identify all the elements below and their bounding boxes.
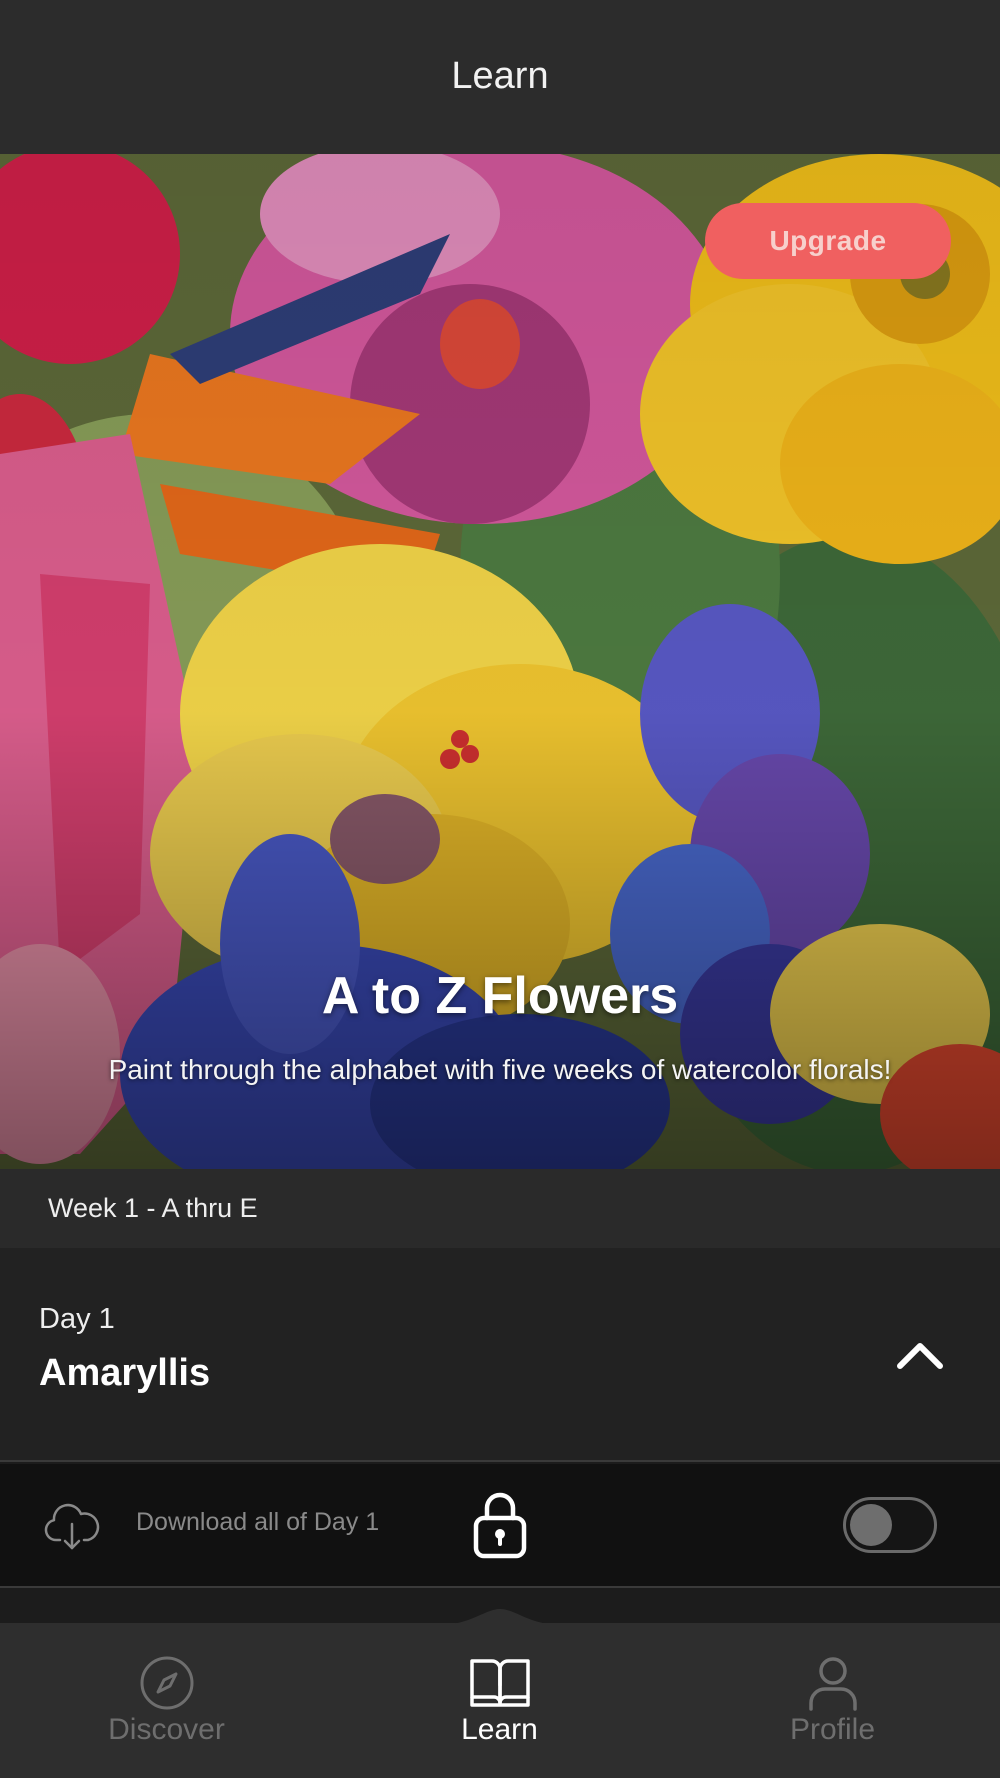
upgrade-button[interactable]: Upgrade bbox=[705, 203, 951, 279]
book-icon bbox=[469, 1659, 530, 1707]
tab-profile-label: Profile bbox=[789, 1713, 876, 1746]
chevron-up-icon[interactable] bbox=[890, 1326, 950, 1386]
compass-icon bbox=[140, 1656, 193, 1710]
lock-icon bbox=[473, 1492, 527, 1559]
tab-learn[interactable]: Learn bbox=[333, 1623, 666, 1778]
tab-profile[interactable]: Profile bbox=[666, 1623, 999, 1778]
day-title: Amaryllis bbox=[39, 1352, 211, 1394]
bottom-navigation: Discover Learn Profile bbox=[0, 1609, 1000, 1778]
app-screen: Learn Upgrade A to Z Flowers Paint throu… bbox=[0, 0, 1000, 1778]
toggle-knob bbox=[850, 1504, 892, 1546]
course-title: A to Z Flowers bbox=[321, 967, 679, 1025]
tab-discover-label: Discover bbox=[108, 1713, 225, 1746]
week-header: Week 1 - A thru E bbox=[0, 1169, 1000, 1248]
download-toggle[interactable] bbox=[843, 1497, 937, 1553]
day-number: Day 1 bbox=[39, 1303, 115, 1335]
tab-discover[interactable]: Discover bbox=[0, 1623, 333, 1778]
top-header: Learn bbox=[0, 0, 1000, 154]
day-row[interactable]: Day 1 Amaryllis bbox=[0, 1248, 1000, 1462]
course-hero-banner[interactable]: Upgrade A to Z Flowers Paint through the… bbox=[0, 154, 1000, 1169]
course-subtitle: Paint through the alphabet with five wee… bbox=[108, 1054, 892, 1085]
download-row: Download all of Day 1 bbox=[0, 1464, 1000, 1588]
download-all-label: Download all of Day 1 bbox=[136, 1508, 380, 1536]
tab-learn-label: Learn bbox=[461, 1713, 538, 1746]
person-icon bbox=[808, 1657, 857, 1711]
page-title: Learn bbox=[451, 54, 549, 97]
cloud-download-icon[interactable] bbox=[44, 1500, 100, 1552]
week-label: Week 1 - A thru E bbox=[48, 1193, 258, 1223]
